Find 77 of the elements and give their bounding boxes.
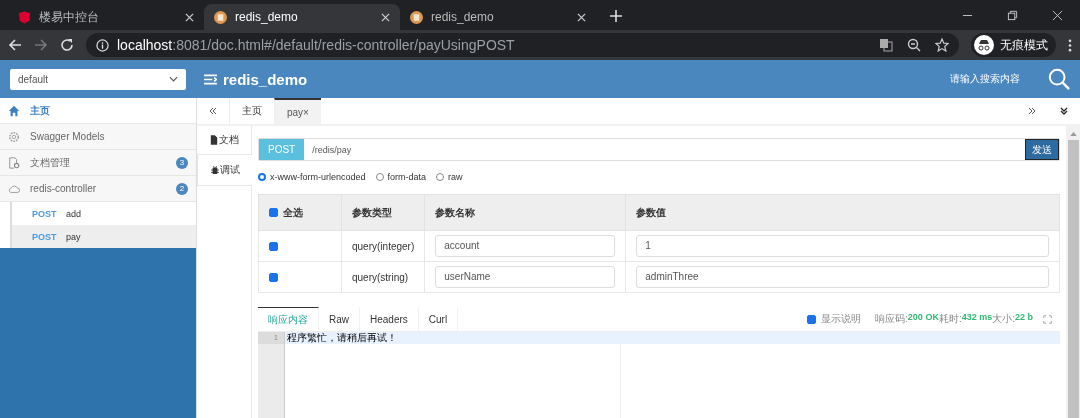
response-tab[interactable]: Headers (360, 307, 419, 331)
column-header: 参数值 (636, 206, 667, 218)
bug-icon (210, 165, 219, 175)
url-text: localhost:8081/doc.html#/default/redis-controller/payUsingPOST (117, 37, 515, 53)
count-badge: 3 (176, 156, 188, 169)
reload-icon[interactable] (60, 38, 74, 52)
doc-tab[interactable]: pay× (274, 98, 321, 124)
translate-icon[interactable] (879, 38, 893, 52)
radio-label: raw (448, 172, 463, 182)
param-name-field[interactable]: account (435, 235, 616, 257)
gear-icon (8, 130, 20, 143)
sidebar-item[interactable]: 文档管理 3 (0, 150, 196, 176)
meta-label: 响应码: (875, 312, 908, 326)
select-all-label: 全选 (283, 205, 303, 220)
close-icon[interactable] (185, 12, 194, 22)
side-tab[interactable]: 文档 (197, 126, 251, 154)
sidebar-item[interactable]: Swagger Models (0, 124, 196, 150)
scrollbar[interactable] (1066, 126, 1080, 418)
response-tab[interactable]: Raw (319, 307, 360, 331)
browser-tab[interactable]: redis_demo (400, 4, 596, 30)
incognito-icon (974, 35, 994, 55)
radio-label: form-data (387, 172, 427, 182)
count-badge: 2 (176, 182, 188, 195)
response-tab[interactable]: Curl (418, 307, 459, 331)
checkbox-label: 显示说明 (821, 312, 862, 326)
radio-option[interactable]: form-data (375, 172, 427, 182)
meta-label: 耗时: (938, 312, 962, 326)
checkbox[interactable] (269, 273, 278, 283)
meta-value: 200 OK (907, 312, 939, 322)
column-header: 参数名称 (435, 206, 476, 218)
group-select[interactable]: default (10, 68, 186, 90)
page-icon (410, 10, 423, 24)
checkbox[interactable] (269, 208, 278, 217)
close-icon[interactable] (577, 12, 586, 22)
search-field[interactable]: 请输入搜索内容 (950, 72, 1020, 86)
app-title: redis_demo (223, 70, 308, 88)
incognito-badge[interactable]: 无痕模式 (971, 33, 1056, 57)
close-icon[interactable] (381, 12, 390, 22)
side-tab[interactable]: 调试 (197, 154, 252, 186)
radio-icon[interactable] (258, 173, 266, 181)
document-gear-icon (8, 156, 20, 169)
meta-value: 22 b (1015, 312, 1033, 324)
new-tab-icon[interactable] (610, 10, 622, 22)
browser-tab[interactable]: 楼易中控台 (8, 4, 204, 30)
param-name-field[interactable]: userName (435, 266, 616, 288)
meta-value: 432 ms (961, 312, 993, 322)
page-icon (214, 10, 227, 24)
meta-label: 大小: (992, 312, 1015, 326)
scroll-thumb[interactable] (1067, 140, 1079, 418)
param-value-field[interactable]: 1 (636, 235, 1049, 257)
shield-icon (18, 10, 31, 24)
file-icon (209, 135, 218, 145)
search-icon[interactable] (1048, 68, 1070, 90)
param-value-field[interactable]: adminThree (636, 266, 1049, 288)
star-icon[interactable] (935, 38, 949, 52)
checkbox[interactable] (269, 242, 278, 252)
caret-icon (169, 76, 178, 82)
cloud-icon (8, 182, 20, 195)
menu-icon[interactable] (204, 73, 217, 85)
radio-option[interactable]: raw (436, 172, 463, 182)
home-icon (8, 104, 20, 117)
menu-icon[interactable] (1068, 38, 1072, 52)
info-icon (96, 38, 109, 52)
browser-tab[interactable]: redis_demo (204, 4, 400, 30)
column-header: 参数类型 (352, 206, 392, 218)
table-cell: query(string) (352, 271, 409, 283)
checkbox[interactable] (807, 314, 817, 324)
restore-icon[interactable] (1007, 10, 1018, 21)
table-cell: query(integer) (352, 240, 415, 252)
sidebar-item[interactable]: redis-controller 2 (0, 176, 196, 202)
close-icon[interactable] (1052, 10, 1063, 21)
forward-icon[interactable] (34, 38, 48, 52)
zoom-out-icon[interactable] (907, 38, 921, 52)
back-icon[interactable] (8, 38, 22, 52)
endpoint-item[interactable]: POST pay (10, 225, 196, 248)
response-text: 程序繁忙，请稍后再试！ (287, 332, 397, 343)
address-bar[interactable]: localhost:8081/doc.html#/default/redis-controller/payUsingPOST (86, 33, 959, 57)
